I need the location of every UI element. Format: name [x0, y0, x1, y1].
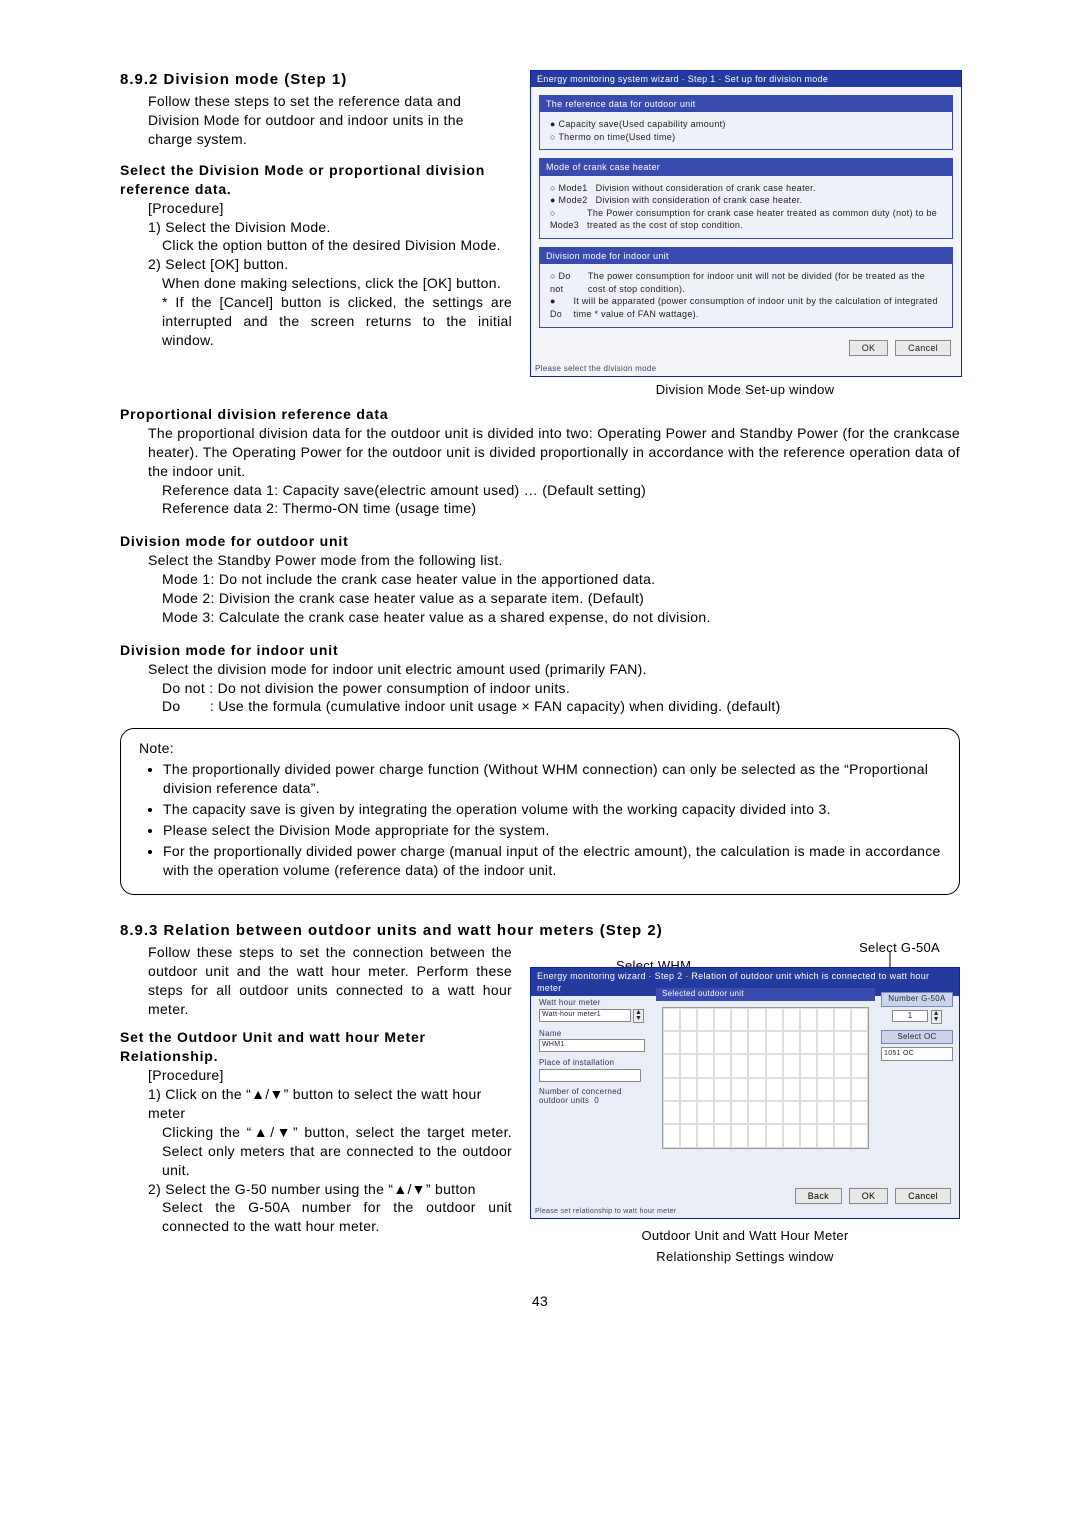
win1-pane3-header: Division mode for indoor unit — [540, 248, 952, 264]
step1a: 1) Select the Division Mode. — [148, 218, 512, 237]
win1-mode1-text: Division without consideration of crank … — [596, 182, 816, 195]
win2-ok-button[interactable]: OK — [849, 1188, 889, 1204]
note-bullet-2: The capacity save is given by integratin… — [163, 800, 943, 819]
ref-data-1: Reference data 1: Capacity save(electric… — [162, 481, 960, 500]
win2-selectoc-label: Select OC — [881, 1030, 953, 1045]
relationship-window: Energy monitoring wizard · Step 2 · Rela… — [530, 967, 960, 1219]
note-bullet-1: The proportionally divided power charge … — [163, 760, 943, 798]
win1-footer: Please select the division mode — [531, 364, 961, 377]
win1-pane1-header: The reference data for outdoor unit — [540, 96, 952, 112]
win2-place-value — [539, 1069, 641, 1082]
win1-opt-capacity-save[interactable]: Capacity save(Used capability amount) — [550, 118, 942, 131]
win2-name-value: WHM1 — [539, 1039, 645, 1052]
win1-mode3-text: The Power consumption for crank case hea… — [587, 207, 942, 232]
win2-g50-label: Number G-50A — [881, 992, 953, 1007]
win1-ok-button[interactable]: OK — [849, 340, 889, 356]
outdoor-mode-heading: Division mode for outdoor unit — [120, 532, 960, 551]
procedure-label-2: [Procedure] — [148, 1066, 512, 1085]
step2a: 2) Select [OK] button. — [148, 255, 512, 274]
ref-data-2: Reference data 2: Thermo-ON time (usage … — [162, 499, 960, 518]
win2-oc-value[interactable]: 1051 OC — [881, 1047, 953, 1060]
win2-back-button[interactable]: Back — [795, 1188, 842, 1204]
outdoor-mode1: Mode 1: Do not include the crank case he… — [162, 570, 960, 589]
division-mode-window: Energy monitoring system wizard · Step 1… — [530, 70, 962, 377]
win2-grid[interactable] — [662, 1007, 869, 1149]
procedure-label-1: [Procedure] — [148, 199, 512, 218]
indoor-donot: Do not : Do not division the power consu… — [162, 679, 960, 698]
s893-step2a: 2) Select the G-50 number using the “▲/▼… — [148, 1180, 512, 1199]
intro-892: Follow these steps to set the reference … — [148, 92, 512, 149]
fig2-caption-2: Relationship Settings window — [530, 1248, 960, 1266]
win2-whm-label: Watt hour meter — [539, 998, 649, 1009]
fig1-caption: Division Mode Set-up window — [530, 381, 960, 399]
win1-indoor-donot[interactable]: Do not — [550, 270, 580, 295]
callout-g50a: Select G-50A — [859, 939, 940, 957]
indoor-do: Do : Use the formula (cumulative indoor … — [162, 697, 960, 716]
note-bullet-4: For the proportionally divided power cha… — [163, 842, 943, 880]
step1b: Click the option button of the desired D… — [162, 236, 512, 255]
step2c: * If the [Cancel] button is clicked, the… — [162, 293, 512, 350]
win1-mode3[interactable]: Mode3 — [550, 207, 579, 232]
win1-mode2[interactable]: Mode2 — [550, 194, 588, 207]
win2-place-label: Place of installation — [539, 1058, 649, 1069]
win2-whm-value[interactable]: Watt-hour meter1 — [539, 1009, 631, 1022]
fig2-caption-1: Outdoor Unit and Watt Hour Meter — [530, 1227, 960, 1245]
step2b: When done making selections, click the [… — [162, 274, 512, 293]
prop-div-heading: Proportional division reference data — [120, 405, 960, 424]
heading-893: 8.9.3 Relation between outdoor units and… — [120, 921, 960, 941]
win2-conn-label: Number of concerned outdoor units 0 — [539, 1088, 649, 1106]
outdoor-mode-text: Select the Standby Power mode from the f… — [148, 551, 960, 570]
win1-pane2-header: Mode of crank case heater — [540, 159, 952, 175]
select-division-heading: Select the Division Mode or proportional… — [120, 161, 512, 199]
indoor-mode-text: Select the division mode for indoor unit… — [148, 660, 960, 679]
win1-opt-thermo-on[interactable]: Thermo on time(Used time) — [550, 131, 942, 144]
s893-step1a: 1) Click on the “▲/▼” button to select t… — [148, 1085, 512, 1123]
indoor-mode-heading: Division mode for indoor unit — [120, 641, 960, 660]
set-relationship-heading: Set the Outdoor Unit and watt hour Meter… — [120, 1028, 512, 1066]
win1-cancel-button[interactable]: Cancel — [895, 340, 951, 356]
win2-g50-stepper[interactable]: ▲▼ — [931, 1010, 942, 1024]
win1-mode2-text: Division with consideration of crank cas… — [596, 194, 803, 207]
win1-mode1[interactable]: Mode1 — [550, 182, 588, 195]
page-number: 43 — [120, 1292, 960, 1311]
win2-whm-stepper[interactable]: ▲▼ — [633, 1009, 644, 1023]
win2-name-label: Name — [539, 1029, 649, 1040]
win2-grid-header: Selected outdoor unit — [656, 988, 875, 1001]
win1-indoor-do-text: It will be apparated (power consumption … — [573, 295, 942, 320]
win2-conn-value: 0 — [594, 1096, 599, 1105]
intro-893: Follow these steps to set the connection… — [148, 943, 512, 1019]
outdoor-mode2: Mode 2: Division the crank case heater v… — [162, 589, 960, 608]
win1-indoor-do[interactable]: Do — [550, 295, 565, 320]
note-bullet-3: Please select the Division Mode appropri… — [163, 821, 943, 840]
win2-footer: Please set relationship to watt hour met… — [535, 1207, 676, 1216]
s893-step1b: Clicking the “▲/▼” button, select the ta… — [162, 1123, 512, 1180]
outdoor-mode3: Mode 3: Calculate the crank case heater … — [162, 608, 960, 627]
s893-step2b: Select the G-50A number for the outdoor … — [162, 1198, 512, 1236]
win2-cancel-button[interactable]: Cancel — [895, 1188, 951, 1204]
win1-title: Energy monitoring system wizard · Step 1… — [531, 71, 961, 87]
heading-892: 8.9.2 Division mode (Step 1) — [120, 70, 512, 90]
win1-indoor-donot-text: The power consumption for indoor unit wi… — [588, 270, 942, 295]
win2-g50-value[interactable]: 1 — [892, 1010, 928, 1023]
prop-div-text: The proportional division data for the o… — [148, 424, 960, 481]
note-box: Note: The proportionally divided power c… — [120, 728, 960, 894]
note-label: Note: — [139, 739, 943, 758]
